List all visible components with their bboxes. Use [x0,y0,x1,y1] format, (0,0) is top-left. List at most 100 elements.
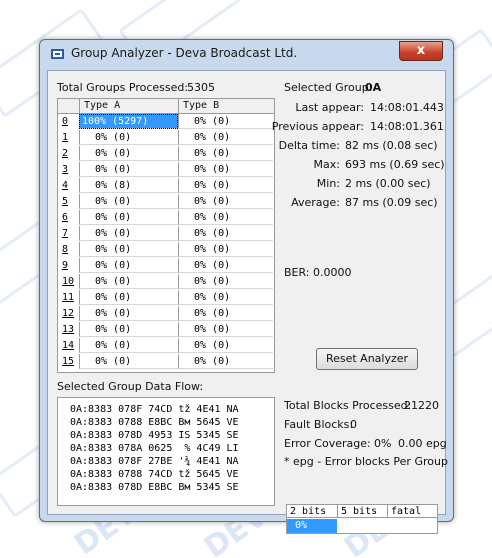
row-index[interactable]: 6 [59,210,79,225]
type-b-cell[interactable]: 0% (0) [178,274,273,289]
table-row[interactable]: 11 0% (0) 0% (0) [58,290,273,306]
error-grid-header: 2 bits [287,505,337,518]
close-button[interactable]: x [399,41,443,61]
prev-appear-label: Previous appear: [271,120,364,133]
data-flow-line: 0A:8383 0788 E8BC Bм 5645 VE [70,417,239,428]
type-b-cell[interactable]: 0% (0) [178,130,273,145]
average-label: Average: [291,196,340,209]
row-index[interactable]: 9 [59,258,79,273]
data-flow-box[interactable]: 0A:8383 078F 74CD tž 4E41 NA 0A:8383 0788… [57,397,275,506]
type-b-cell[interactable]: 0% (0) [178,194,273,209]
row-index[interactable]: 1 [59,130,79,145]
error-coverage-value: 0% [374,437,392,450]
window-title: Group Analyzer - Deva Broadcast Ltd. [71,46,298,60]
type-a-cell[interactable]: 0% (0) [79,130,178,145]
table-row[interactable]: 4 0% (8) 0% (0) [58,178,273,194]
max-value: 693 ms (0.69 sec) [345,158,445,171]
error-grid-cell[interactable] [337,519,387,533]
type-a-cell[interactable]: 0% (0) [79,162,178,177]
type-b-cell[interactable]: 0% (0) [178,114,273,129]
delta-time-value: 82 ms (0.08 sec) [345,139,438,152]
table-row[interactable]: 12 0% (0) 0% (0) [58,306,273,322]
row-index[interactable]: 0 [59,114,79,129]
type-b-cell[interactable]: 0% (0) [178,226,273,241]
table-row[interactable]: 7 0% (0) 0% (0) [58,226,273,242]
table-row[interactable]: 10 0% (0) 0% (0) [58,274,273,290]
type-b-cell[interactable]: 0% (0) [178,178,273,193]
type-a-cell[interactable]: 0% (0) [79,290,178,305]
group-table[interactable]: Type A Type B 0 100% (5297) 0% (0) 1 0% (0) 0… [57,98,275,373]
column-header-type-a[interactable]: Type A [79,99,178,113]
selected-group-value: 0A [365,81,382,94]
table-row[interactable]: 0 100% (5297) 0% (0) [58,114,273,130]
type-a-cell[interactable]: 0% (0) [79,210,178,225]
type-a-cell[interactable]: 0% (0) [79,354,178,369]
title-bar[interactable]: Group Analyzer - Deva Broadcast Ltd. x [40,40,453,70]
row-index[interactable]: 2 [59,146,79,161]
table-row[interactable]: 15 0% (0) 0% (0) [58,354,273,370]
type-b-cell[interactable]: 0% (0) [178,242,273,257]
total-blocks-value: 21220 [404,399,439,412]
type-b-cell[interactable]: 0% (0) [178,290,273,305]
error-grid-header: fatal [387,505,437,518]
row-index[interactable]: 13 [59,322,79,337]
type-a-cell[interactable]: 0% (0) [79,146,178,161]
row-index[interactable]: 12 [59,306,79,321]
fault-blocks-label: Fault Blocks: [284,418,354,431]
client-area: Total Groups Processed: 5305 Type A Type… [47,70,448,534]
type-b-cell[interactable]: 0% (0) [178,162,273,177]
row-index[interactable]: 8 [59,242,79,257]
table-row[interactable]: 6 0% (0) 0% (0) [58,210,273,226]
type-b-cell[interactable]: 0% (0) [178,258,273,273]
row-index[interactable]: 5 [59,194,79,209]
type-b-cell[interactable]: 0% (0) [178,354,273,369]
data-flow-line: 0A:8383 078A 0625 % 4C49 LI [70,443,239,454]
table-row[interactable]: 3 0% (0) 0% (0) [58,162,273,178]
type-a-cell[interactable]: 0% (0) [79,242,178,257]
table-row[interactable]: 2 0% (0) 0% (0) [58,146,273,162]
selected-group-label: Selected Group: [284,81,373,94]
error-grid-cell[interactable] [387,519,437,533]
table-row[interactable]: 5 0% (0) 0% (0) [58,194,273,210]
total-blocks-label: Total Blocks Processed: [284,399,412,412]
column-header-type-b[interactable]: Type B [178,99,273,113]
row-index[interactable]: 11 [59,290,79,305]
table-row[interactable]: 8 0% (0) 0% (0) [58,242,273,258]
max-label: Max: [313,158,340,171]
type-b-cell[interactable]: 0% (0) [178,146,273,161]
average-value: 87 ms (0.09 sec) [345,196,438,209]
table-row[interactable]: 1 0% (0) 0% (0) [58,130,273,146]
error-bits-grid[interactable]: 2 bits 0% 5 bits fatal [286,504,438,534]
reset-analyzer-button[interactable]: Reset Analyzer [316,348,418,370]
type-a-cell[interactable]: 0% (0) [79,274,178,289]
table-row[interactable]: 9 0% (0) 0% (0) [58,258,273,274]
type-a-cell[interactable]: 0% (0) [79,338,178,353]
row-index[interactable]: 4 [59,178,79,193]
row-index[interactable]: 7 [59,226,79,241]
row-index[interactable]: 10 [59,274,79,289]
error-grid-cell[interactable]: 0% [287,519,337,533]
type-a-cell[interactable]: 0% (0) [79,226,178,241]
data-flow-label: Selected Group Data Flow: [57,380,204,393]
type-a-cell[interactable]: 0% (0) [79,306,178,321]
type-b-cell[interactable]: 0% (0) [178,210,273,225]
type-a-cell[interactable]: 100% (5297) [79,114,178,129]
type-a-cell[interactable]: 0% (0) [79,258,178,273]
type-a-cell[interactable]: 0% (8) [79,178,178,193]
type-a-cell[interactable]: 0% (0) [79,194,178,209]
type-b-cell[interactable]: 0% (0) [178,322,273,337]
data-flow-line: 0A:8383 078F 74CD tž 4E41 NA [70,404,239,415]
row-index[interactable]: 14 [59,338,79,353]
data-flow-line: 0A:8383 078D 4953 IS 5345 SE [70,430,239,441]
data-flow-line: 0A:8383 078F 27BE '¾ 4E41 NA [70,456,239,467]
row-index[interactable]: 3 [59,162,79,177]
epg-note: * epg - Error blocks Per Group [284,455,448,468]
type-b-cell[interactable]: 0% (0) [178,338,273,353]
table-row[interactable]: 14 0% (0) 0% (0) [58,338,273,354]
type-b-cell[interactable]: 0% (0) [178,306,273,321]
type-a-cell[interactable]: 0% (0) [79,322,178,337]
error-coverage-epg: 0.00 epg [398,437,447,450]
row-index[interactable]: 15 [59,354,79,369]
min-value: 2 ms (0.00 sec) [345,177,431,190]
table-row[interactable]: 13 0% (0) 0% (0) [58,322,273,338]
